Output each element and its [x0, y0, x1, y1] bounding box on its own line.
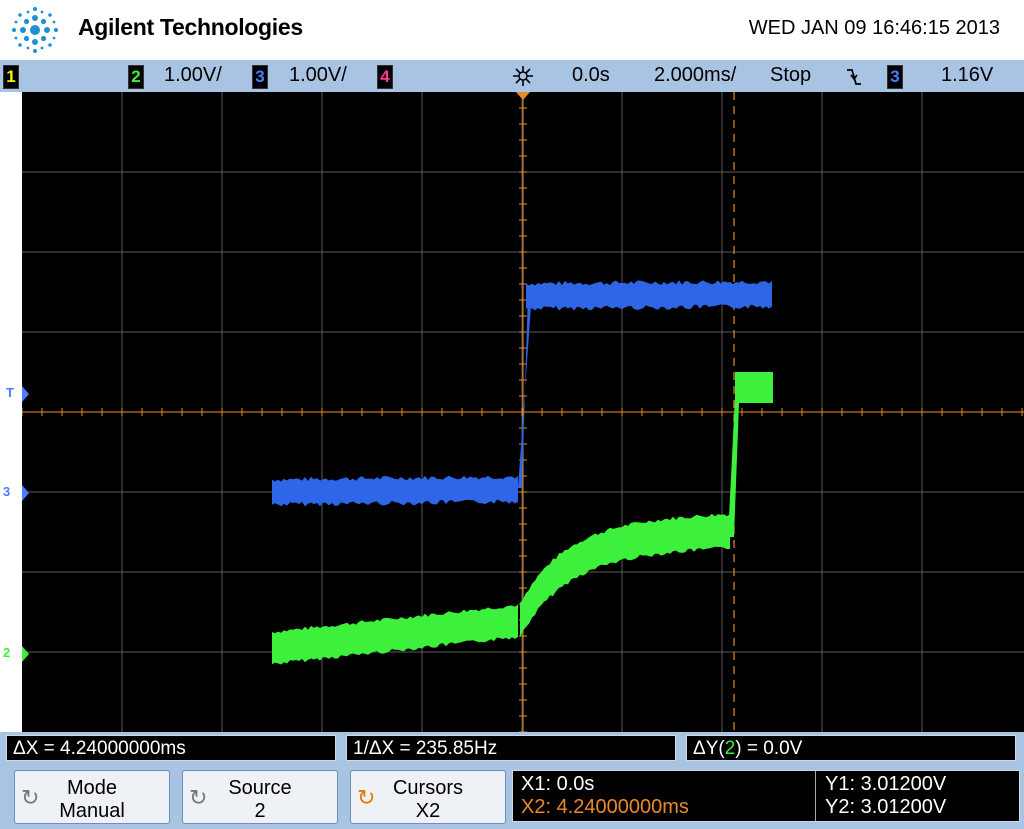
channel-2-badge[interactable]: 2: [128, 65, 144, 89]
date-time: WED JAN 09 16:46:15 2013: [748, 17, 1000, 39]
channel-3-trace-low: [272, 475, 518, 507]
channel-3-badge[interactable]: 3: [252, 65, 268, 89]
run-state: Stop: [770, 64, 812, 86]
status-bar: 1 2 1.00V/ 3 1.00V/ 4 0.0s 2.000ms/ Stop…: [0, 60, 1024, 92]
channel-2-trace-rise: [520, 513, 730, 638]
delta-x-readout: ΔX = 4.24000000ms: [6, 735, 336, 761]
mode-softkey-value: Manual: [59, 800, 125, 822]
time-delay[interactable]: 0.0s: [572, 64, 610, 87]
channel-2-ground-marker[interactable]: 2: [3, 645, 10, 660]
source-softkey-title: Source: [228, 777, 292, 799]
mode-softkey-title: Mode: [66, 777, 118, 799]
channel-3-arrow: [22, 485, 29, 501]
channel-1-badge[interactable]: 1: [3, 65, 19, 89]
cursor-y2-value: Y2: 3.01200V: [825, 796, 947, 818]
channel-2-trace-start: [272, 604, 518, 665]
channel-3-ground-marker[interactable]: 3: [3, 484, 10, 499]
measurement-bar: ΔX = 4.24000000ms 1/ΔX = 235.85Hz ΔY(2) …: [0, 732, 1024, 764]
falling-edge-icon: [847, 69, 861, 85]
channel-3-trace-high: [526, 280, 772, 311]
delta-y-channel: 2: [724, 738, 736, 759]
channel-3-trace-edge: [518, 292, 532, 488]
channel-3-scale: 1.00V/: [289, 64, 347, 86]
brand-name: Agilent Technologies: [78, 14, 303, 40]
trigger-source-badge[interactable]: 3: [887, 65, 903, 89]
cursor-readout: X1: 0.0s X2: 4.24000000ms Y1: 3.01200V Y…: [512, 770, 1020, 822]
cursor-x2-value: X2: 4.24000000ms: [521, 796, 689, 818]
source-softkey-value: 2: [254, 800, 266, 822]
inverse-delta-x-readout: 1/ΔX = 235.85Hz: [346, 735, 676, 761]
trigger-level: 1.16V: [941, 64, 994, 86]
trigger-arrow: [22, 386, 29, 402]
trigger-position-marker: [516, 92, 530, 100]
channel-2-arrow: [22, 646, 29, 662]
cursor-y1-value: Y1: 3.01200V: [825, 773, 947, 795]
mode-softkey[interactable]: ↻ Mode Manual: [14, 770, 170, 824]
waveform-display[interactable]: T 3 2: [3, 92, 1024, 732]
delta-y-readout: ΔY(2) = 0.0V: [686, 735, 1016, 761]
cursor-x1-value: X1: 0.0s: [521, 773, 595, 795]
source-softkey[interactable]: ↻ Source 2: [182, 770, 338, 824]
waveform-graticule: [22, 92, 1024, 732]
channel-2-trace-high: [735, 372, 773, 403]
header-bar: Agilent Technologies WED JAN 09 16:46:15…: [0, 0, 1024, 60]
readout-divider: [815, 771, 816, 821]
channel-2-scale: 1.00V/: [164, 64, 222, 86]
horizontal-delay-icon: [513, 66, 533, 86]
cursors-softkey-title: Cursors: [392, 777, 463, 799]
cursors-softkey[interactable]: ↻ Cursors X2: [350, 770, 506, 824]
delta-y-suffix: ) = 0.0V: [735, 738, 803, 759]
agilent-spark-logo-icon: [12, 7, 58, 53]
channel-4-badge[interactable]: 4: [377, 65, 393, 89]
delta-y-prefix: ΔY(: [693, 738, 725, 759]
time-scale[interactable]: 2.000ms/: [654, 64, 736, 87]
trigger-level-marker[interactable]: T: [6, 385, 14, 400]
cursors-softkey-value: X2: [415, 800, 441, 822]
